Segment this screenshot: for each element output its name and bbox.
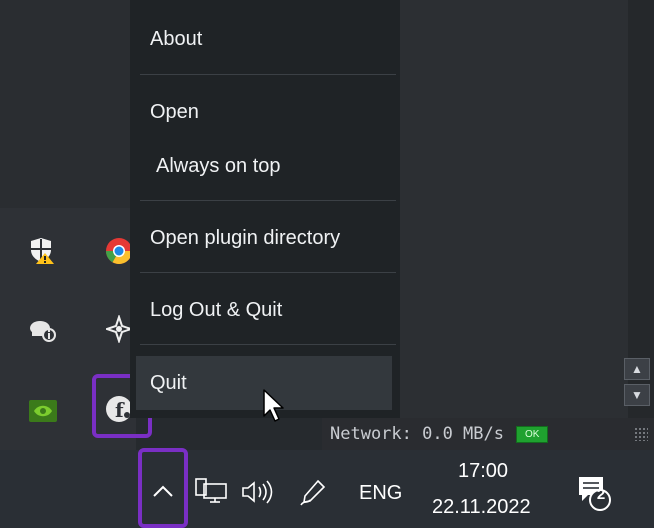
pen-icon[interactable] — [298, 478, 328, 513]
background-window-right — [400, 0, 654, 420]
context-menu: About Open Always on top Open plugin dir… — [130, 0, 400, 418]
chevron-up-icon — [153, 485, 173, 497]
menu-separator — [140, 74, 396, 75]
menu-item-open-plugin-directory[interactable]: Open plugin directory — [150, 227, 340, 250]
menu-item-always-on-top[interactable]: Always on top — [156, 155, 281, 178]
triangle-up-icon: ▲ — [631, 362, 643, 376]
clock-time[interactable]: 17:00 — [458, 460, 508, 483]
menu-item-quit[interactable]: Quit — [150, 372, 187, 395]
menu-separator — [140, 272, 396, 273]
menu-separator — [140, 200, 396, 201]
windows-security-warning-icon[interactable] — [28, 236, 58, 266]
nvidia-icon[interactable] — [28, 396, 58, 426]
menu-item-about[interactable]: About — [150, 28, 202, 51]
language-indicator[interactable]: ENG — [359, 482, 402, 505]
show-hidden-icons-button[interactable] — [148, 476, 178, 506]
network-monitor-bar: Network: 0.0 MB/s OK — [322, 418, 654, 450]
menu-separator — [140, 344, 396, 345]
cloud-sync-info-icon[interactable] — [28, 314, 58, 344]
menu-item-open[interactable]: Open — [150, 101, 199, 124]
network-icon[interactable] — [194, 476, 230, 511]
scroll-up-button[interactable]: ▲ — [624, 358, 650, 380]
notification-center-button[interactable]: 2 — [576, 474, 612, 519]
menu-item-log-out-quit[interactable]: Log Out & Quit — [150, 299, 282, 322]
network-speed-label: Network: 0.0 MB/s — [330, 424, 504, 444]
background-window-left — [0, 0, 130, 208]
notification-count-badge: 2 — [596, 486, 606, 503]
scroll-down-button[interactable]: ▼ — [624, 384, 650, 406]
triangle-down-icon: ▼ — [631, 388, 643, 402]
network-status-badge: OK — [516, 425, 549, 443]
resize-grip-icon[interactable] — [634, 427, 648, 441]
clock-date[interactable]: 22.11.2022 — [432, 496, 531, 519]
scrollbar-track[interactable] — [628, 0, 654, 420]
volume-icon[interactable] — [240, 478, 276, 511]
mouse-cursor-icon — [262, 388, 286, 429]
